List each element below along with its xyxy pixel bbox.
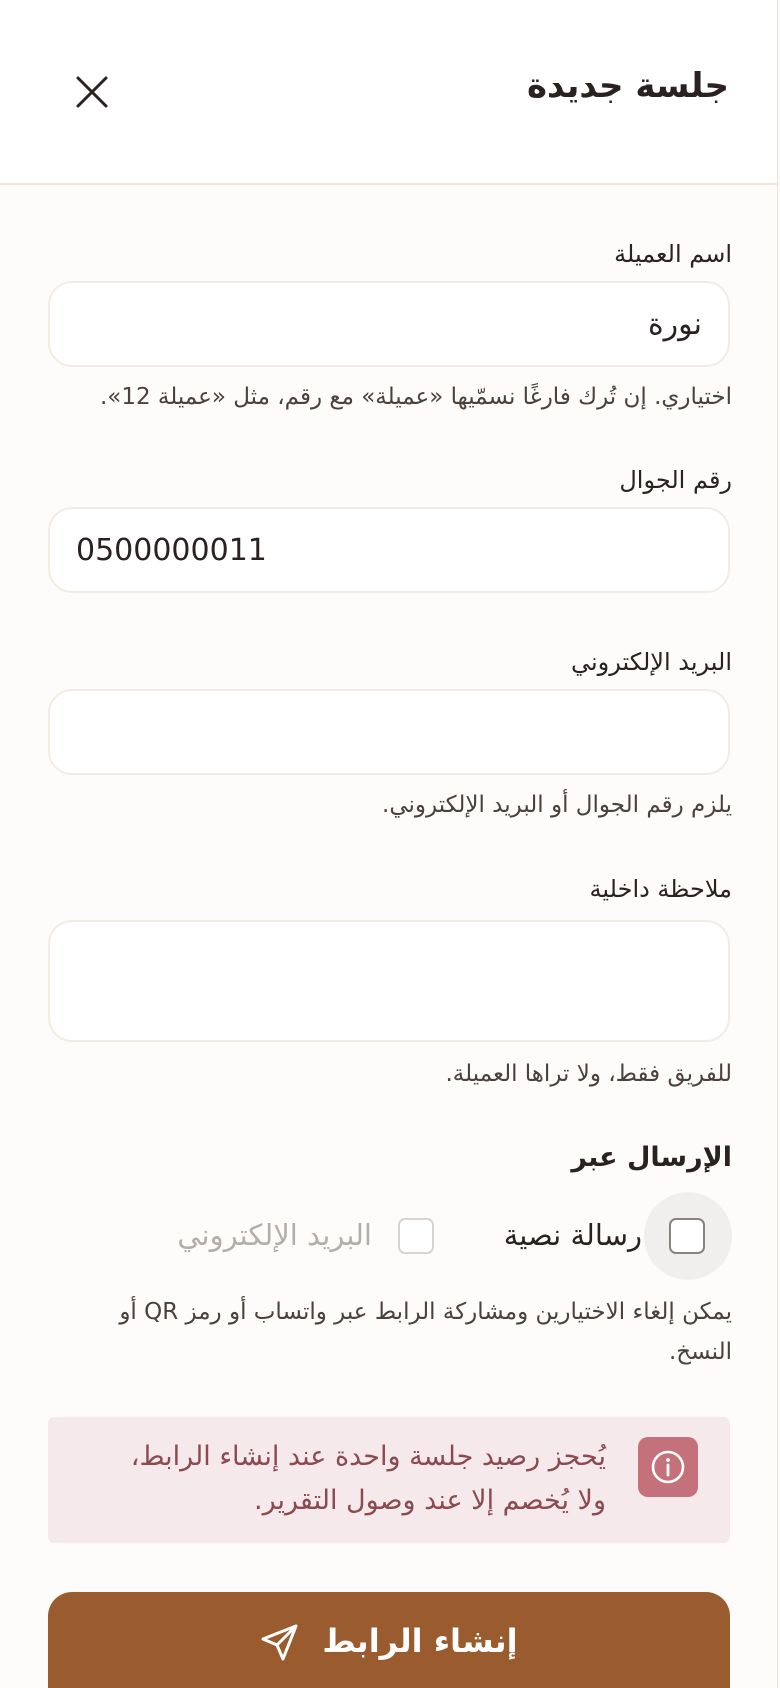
info-text: يُحجز رصيد جلسة واحدة عند إنشاء الرابط، … <box>131 1435 606 1523</box>
email-checkbox <box>398 1218 434 1254</box>
new-session-sheet: جلسة جديدة اسم العميلة اختياري. إن تُرك … <box>0 0 780 1688</box>
email-label: البريد الإلكتروني <box>570 648 732 676</box>
email-option-label: البريد الإلكتروني <box>177 1218 372 1252</box>
internal-note-hint: للفريق فقط، ولا تراها العميلة. <box>445 1061 733 1087</box>
internal-note-textarea[interactable] <box>48 920 730 1042</box>
phone-label: رقم الجوال <box>619 466 732 494</box>
info-line-1: يُحجز رصيد جلسة واحدة عند إنشاء الرابط، <box>130 1441 606 1472</box>
credit-info-box: يُحجز رصيد جلسة واحدة عند إنشاء الرابط، … <box>48 1417 730 1543</box>
phone-input[interactable] <box>48 507 730 593</box>
info-line-2: ولا يُخصم إلا عند وصول التقرير. <box>254 1485 606 1516</box>
send-via-title: الإرسال عبر <box>571 1142 732 1173</box>
sms-checkbox[interactable] <box>669 1218 705 1254</box>
email-input[interactable] <box>48 689 730 775</box>
client-name-hint: اختياري. إن تُرك فارغًا نسمّيها «عميلة» … <box>99 384 732 410</box>
sheet-header: جلسة جديدة <box>0 0 777 185</box>
send-via-hint-line2: النسخ. <box>668 1339 732 1365</box>
sms-option-label: رسالة نصية <box>503 1218 642 1252</box>
sheet-edge-divider <box>777 0 778 1688</box>
close-button[interactable] <box>70 70 114 114</box>
internal-note-label: ملاحظة داخلية <box>589 875 732 903</box>
close-icon <box>76 76 108 108</box>
email-hint: يلزم رقم الجوال أو البريد الإلكتروني. <box>382 792 732 818</box>
client-name-input[interactable] <box>48 281 730 367</box>
send-icon <box>261 1624 298 1661</box>
send-via-hint-line1: يمكن إلغاء الاختيارين ومشاركة الرابط عبر… <box>119 1299 732 1325</box>
create-link-button[interactable]: إنشاء الرابط <box>48 1592 730 1688</box>
client-name-label: اسم العميلة <box>614 240 732 268</box>
create-link-label: إنشاء الرابط <box>322 1622 518 1660</box>
page-title: جلسة جديدة <box>526 66 729 106</box>
info-icon-badge <box>638 1437 698 1497</box>
info-icon <box>651 1450 685 1484</box>
